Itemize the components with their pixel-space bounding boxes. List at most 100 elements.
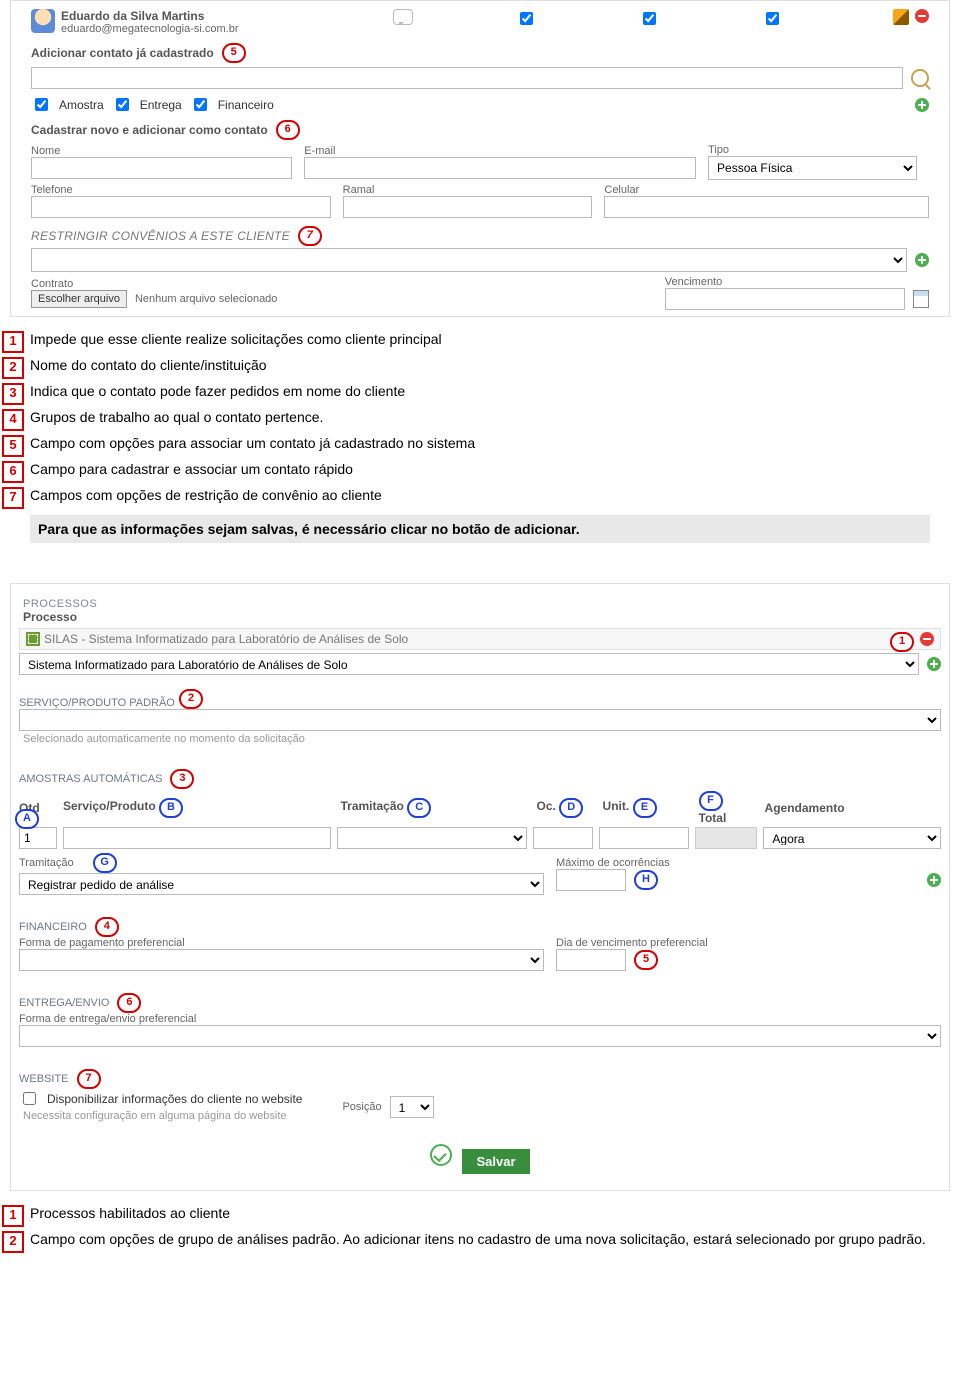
legend1-text-4: Grupos de trabalho ao qual o contato per… bbox=[30, 409, 323, 425]
ok-check-icon bbox=[430, 1144, 452, 1166]
input-nome[interactable] bbox=[31, 157, 292, 179]
file-none-text: Nenhum arquivo selecionado bbox=[135, 293, 277, 305]
select-tram[interactable] bbox=[337, 827, 528, 849]
select-entrega[interactable] bbox=[19, 1025, 941, 1047]
contact-identity: Eduardo da Silva Martins eduardo@megatec… bbox=[61, 9, 281, 35]
select-process[interactable]: Sistema Informatizado para Laboratório d… bbox=[19, 653, 919, 675]
legend1-num-6: 6 bbox=[2, 461, 24, 483]
lbl-entrega-pref: Forma de entrega/envio preferencial bbox=[19, 1013, 941, 1025]
col-check-3[interactable] bbox=[766, 12, 779, 25]
existing-contact-input[interactable] bbox=[31, 67, 903, 89]
group-entrega[interactable]: Entrega bbox=[112, 95, 182, 114]
chat-icon[interactable] bbox=[393, 9, 413, 25]
lbl-pos: Posição bbox=[342, 1101, 381, 1113]
website-chk-row[interactable]: Disponibilizar informações do cliente no… bbox=[19, 1089, 302, 1108]
legend1-text-7: Campos com opções de restrição de convên… bbox=[30, 487, 382, 503]
marker-7a: 7 bbox=[298, 226, 322, 246]
col-agend: Agendamento bbox=[765, 801, 941, 815]
avatar-icon bbox=[31, 9, 55, 33]
lbl-vencimento: Vencimento bbox=[665, 276, 929, 288]
marker-p5: 5 bbox=[634, 950, 658, 970]
input-qtd[interactable] bbox=[19, 827, 57, 849]
processos-sub: Processo bbox=[19, 610, 941, 628]
chk-amostra[interactable] bbox=[35, 98, 48, 111]
col-check-1[interactable] bbox=[520, 12, 533, 25]
calendar-icon[interactable] bbox=[913, 290, 929, 308]
col-serv: Serviço/Produto B bbox=[63, 798, 334, 818]
input-telefone[interactable] bbox=[31, 196, 331, 218]
input-due[interactable] bbox=[556, 949, 626, 971]
input-email[interactable] bbox=[304, 157, 696, 179]
legend1-num-2: 2 bbox=[2, 357, 24, 379]
group-financeiro[interactable]: Financeiro bbox=[190, 95, 274, 114]
col-tram: Tramitação C bbox=[340, 798, 530, 818]
input-serv[interactable] bbox=[63, 827, 331, 849]
add-process-icon[interactable] bbox=[927, 657, 941, 671]
lbl-tram2: Tramitação G bbox=[19, 853, 544, 873]
add-amostra-icon[interactable] bbox=[927, 873, 941, 887]
marker-p3: 3 bbox=[170, 769, 194, 789]
col-unit: Unit. E bbox=[603, 798, 693, 818]
legend1-text-6: Campo para cadastrar e associar um conta… bbox=[30, 461, 353, 477]
select-pos[interactable]: 1 bbox=[390, 1096, 434, 1118]
legend1-num-5: 5 bbox=[2, 435, 24, 457]
chk-entrega[interactable] bbox=[116, 98, 129, 111]
select-servico-padrao[interactable] bbox=[19, 709, 941, 731]
select-agend[interactable]: Agora bbox=[763, 827, 941, 849]
lbl-telefone: Telefone bbox=[31, 184, 331, 196]
lbl-ramal: Ramal bbox=[343, 184, 593, 196]
edit-icon[interactable] bbox=[893, 9, 909, 25]
marker-5a: 5 bbox=[222, 43, 246, 63]
lbl-pay: Forma de pagamento preferencial bbox=[19, 937, 544, 949]
legend2-text-1: Processos habilitados ao cliente bbox=[30, 1205, 230, 1221]
section-restrict-title: RESTRINGIR CONVÊNIOS A ESTE CLIENTE 7 bbox=[21, 220, 939, 248]
file-choose-button[interactable]: Escolher arquivo bbox=[31, 290, 127, 308]
website-head-row: WEBSITE 7 bbox=[19, 1061, 941, 1089]
remove-icon[interactable] bbox=[915, 9, 929, 23]
legend1-text-3: Indica que o contato pode fazer pedidos … bbox=[30, 383, 405, 399]
select-convenio[interactable] bbox=[31, 248, 907, 272]
financeiro-head-row: FINANCEIRO 4 bbox=[19, 909, 941, 937]
add-convenio-icon[interactable] bbox=[915, 253, 929, 267]
lbl-maxoc: Máximo de ocorrências bbox=[556, 857, 941, 869]
marker-B: B bbox=[159, 798, 183, 818]
group-amostra[interactable]: Amostra bbox=[31, 95, 104, 114]
input-celular[interactable] bbox=[604, 196, 929, 218]
servico-hint: Selecionado automaticamente no momento d… bbox=[19, 731, 941, 747]
marker-H: H bbox=[634, 870, 658, 890]
select-pay[interactable] bbox=[19, 949, 544, 971]
amostras-head: AMOSTRAS AUTOMÁTICAS bbox=[19, 773, 162, 785]
select-tram2[interactable]: Registrar pedido de análise bbox=[19, 873, 544, 895]
input-unit[interactable] bbox=[599, 827, 689, 849]
input-ramal[interactable] bbox=[343, 196, 593, 218]
save-button[interactable]: Salvar bbox=[462, 1149, 529, 1174]
section-add-existing-text: Adicionar contato já cadastrado bbox=[31, 46, 214, 60]
amostras-head-row: AMOSTRAS AUTOMÁTICAS 3 bbox=[19, 761, 941, 789]
input-vencimento[interactable] bbox=[665, 288, 905, 310]
entrega-head-row: ENTREGA/ENVIO 6 bbox=[19, 985, 941, 1013]
marker-C: C bbox=[407, 798, 431, 818]
legend1-note: Para que as informações sejam salvas, é … bbox=[30, 515, 930, 543]
lbl-email: E-mail bbox=[304, 145, 696, 157]
input-oc[interactable] bbox=[533, 827, 593, 849]
section-new-contact-title: Cadastrar novo e adicionar como contato … bbox=[21, 116, 939, 144]
col-check-2[interactable] bbox=[643, 12, 656, 25]
contact-header-row: Eduardo da Silva Martins eduardo@megatec… bbox=[21, 7, 939, 39]
chk-financeiro[interactable] bbox=[194, 98, 207, 111]
chk-website[interactable] bbox=[23, 1092, 36, 1105]
legend2-text-2: Campo com opções de grupo de análises pa… bbox=[30, 1231, 926, 1247]
lbl-tipo: Tipo bbox=[708, 144, 917, 156]
legend1-text-2: Nome do contato do cliente/instituição bbox=[30, 357, 267, 373]
marker-E: E bbox=[633, 798, 657, 818]
marker-6a: 6 bbox=[276, 120, 300, 140]
search-icon[interactable] bbox=[911, 69, 929, 87]
select-tipo[interactable]: Pessoa Física bbox=[708, 156, 917, 180]
input-maxoc[interactable] bbox=[556, 869, 626, 891]
col-oc: Oc. D bbox=[537, 798, 597, 818]
restrict-text: RESTRINGIR CONVÊNIOS A ESTE CLIENTE bbox=[31, 229, 290, 243]
add-group-icon[interactable] bbox=[915, 98, 929, 112]
lbl-entrega: Entrega bbox=[140, 98, 182, 112]
marker-G: G bbox=[93, 853, 117, 873]
financeiro-head: FINANCEIRO bbox=[19, 921, 87, 933]
remove-process-icon[interactable] bbox=[920, 632, 934, 646]
